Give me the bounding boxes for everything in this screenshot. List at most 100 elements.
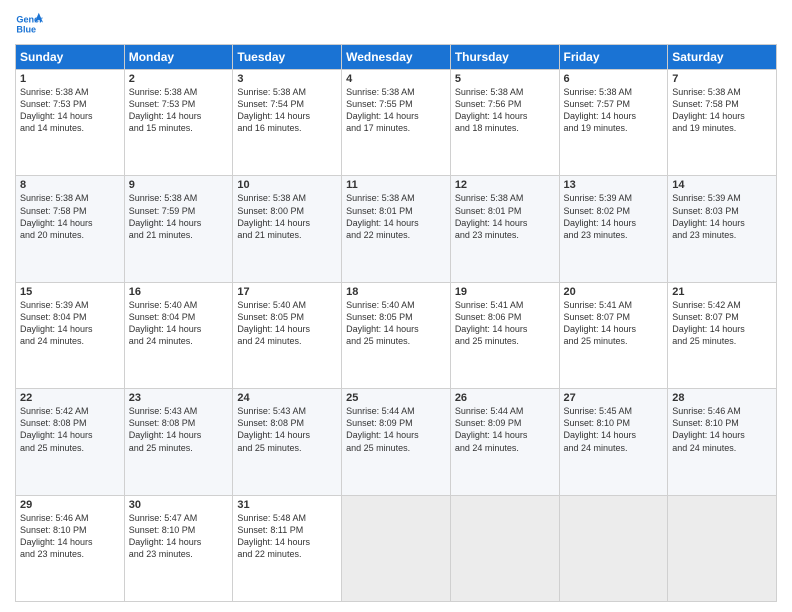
day-detail: Sunrise: 5:38 AMSunset: 7:58 PMDaylight:…	[672, 86, 772, 135]
day-detail: Sunrise: 5:43 AMSunset: 8:08 PMDaylight:…	[129, 405, 229, 454]
day-number: 24	[237, 392, 337, 404]
day-number: 23	[129, 392, 229, 404]
day-detail: Sunrise: 5:38 AMSunset: 8:00 PMDaylight:…	[237, 192, 337, 241]
day-number: 18	[346, 286, 446, 298]
day-number: 8	[20, 179, 120, 191]
calendar-header-day: Thursday	[450, 45, 559, 70]
calendar-cell: 21Sunrise: 5:42 AMSunset: 8:07 PMDayligh…	[668, 282, 777, 388]
day-number: 14	[672, 179, 772, 191]
day-number: 3	[237, 73, 337, 85]
day-number: 20	[564, 286, 664, 298]
day-detail: Sunrise: 5:38 AMSunset: 7:59 PMDaylight:…	[129, 192, 229, 241]
day-detail: Sunrise: 5:38 AMSunset: 7:54 PMDaylight:…	[237, 86, 337, 135]
day-detail: Sunrise: 5:47 AMSunset: 8:10 PMDaylight:…	[129, 512, 229, 561]
day-detail: Sunrise: 5:45 AMSunset: 8:10 PMDaylight:…	[564, 405, 664, 454]
calendar-cell: 15Sunrise: 5:39 AMSunset: 8:04 PMDayligh…	[16, 282, 125, 388]
calendar-cell: 31Sunrise: 5:48 AMSunset: 8:11 PMDayligh…	[233, 495, 342, 601]
day-detail: Sunrise: 5:42 AMSunset: 8:07 PMDaylight:…	[672, 299, 772, 348]
day-number: 27	[564, 392, 664, 404]
logo: General Blue	[15, 10, 43, 38]
calendar-cell: 16Sunrise: 5:40 AMSunset: 8:04 PMDayligh…	[124, 282, 233, 388]
calendar-cell: 29Sunrise: 5:46 AMSunset: 8:10 PMDayligh…	[16, 495, 125, 601]
calendar-cell: 11Sunrise: 5:38 AMSunset: 8:01 PMDayligh…	[342, 176, 451, 282]
calendar-cell	[668, 495, 777, 601]
calendar-cell: 12Sunrise: 5:38 AMSunset: 8:01 PMDayligh…	[450, 176, 559, 282]
calendar-cell: 25Sunrise: 5:44 AMSunset: 8:09 PMDayligh…	[342, 389, 451, 495]
day-detail: Sunrise: 5:38 AMSunset: 7:56 PMDaylight:…	[455, 86, 555, 135]
calendar-cell: 20Sunrise: 5:41 AMSunset: 8:07 PMDayligh…	[559, 282, 668, 388]
calendar-cell: 24Sunrise: 5:43 AMSunset: 8:08 PMDayligh…	[233, 389, 342, 495]
day-detail: Sunrise: 5:41 AMSunset: 8:06 PMDaylight:…	[455, 299, 555, 348]
day-detail: Sunrise: 5:42 AMSunset: 8:08 PMDaylight:…	[20, 405, 120, 454]
calendar-header-day: Friday	[559, 45, 668, 70]
day-detail: Sunrise: 5:39 AMSunset: 8:04 PMDaylight:…	[20, 299, 120, 348]
day-detail: Sunrise: 5:44 AMSunset: 8:09 PMDaylight:…	[346, 405, 446, 454]
day-detail: Sunrise: 5:40 AMSunset: 8:05 PMDaylight:…	[346, 299, 446, 348]
day-number: 28	[672, 392, 772, 404]
calendar-cell: 8Sunrise: 5:38 AMSunset: 7:58 PMDaylight…	[16, 176, 125, 282]
calendar-cell: 7Sunrise: 5:38 AMSunset: 7:58 PMDaylight…	[668, 70, 777, 176]
day-number: 9	[129, 179, 229, 191]
day-detail: Sunrise: 5:38 AMSunset: 7:53 PMDaylight:…	[129, 86, 229, 135]
calendar-cell: 22Sunrise: 5:42 AMSunset: 8:08 PMDayligh…	[16, 389, 125, 495]
day-number: 12	[455, 179, 555, 191]
calendar-cell: 1Sunrise: 5:38 AMSunset: 7:53 PMDaylight…	[16, 70, 125, 176]
day-detail: Sunrise: 5:41 AMSunset: 8:07 PMDaylight:…	[564, 299, 664, 348]
day-number: 4	[346, 73, 446, 85]
calendar-week-row: 15Sunrise: 5:39 AMSunset: 8:04 PMDayligh…	[16, 282, 777, 388]
day-detail: Sunrise: 5:38 AMSunset: 7:58 PMDaylight:…	[20, 192, 120, 241]
calendar-cell: 18Sunrise: 5:40 AMSunset: 8:05 PMDayligh…	[342, 282, 451, 388]
day-detail: Sunrise: 5:46 AMSunset: 8:10 PMDaylight:…	[20, 512, 120, 561]
calendar-header-day: Wednesday	[342, 45, 451, 70]
day-number: 16	[129, 286, 229, 298]
day-number: 22	[20, 392, 120, 404]
calendar-header-day: Monday	[124, 45, 233, 70]
day-detail: Sunrise: 5:46 AMSunset: 8:10 PMDaylight:…	[672, 405, 772, 454]
day-detail: Sunrise: 5:38 AMSunset: 7:55 PMDaylight:…	[346, 86, 446, 135]
calendar-header-row: SundayMondayTuesdayWednesdayThursdayFrid…	[16, 45, 777, 70]
svg-text:Blue: Blue	[16, 24, 36, 34]
day-number: 17	[237, 286, 337, 298]
day-number: 19	[455, 286, 555, 298]
calendar-week-row: 8Sunrise: 5:38 AMSunset: 7:58 PMDaylight…	[16, 176, 777, 282]
day-number: 1	[20, 73, 120, 85]
calendar-cell: 2Sunrise: 5:38 AMSunset: 7:53 PMDaylight…	[124, 70, 233, 176]
calendar-cell: 28Sunrise: 5:46 AMSunset: 8:10 PMDayligh…	[668, 389, 777, 495]
day-detail: Sunrise: 5:44 AMSunset: 8:09 PMDaylight:…	[455, 405, 555, 454]
day-detail: Sunrise: 5:39 AMSunset: 8:03 PMDaylight:…	[672, 192, 772, 241]
day-number: 6	[564, 73, 664, 85]
day-detail: Sunrise: 5:48 AMSunset: 8:11 PMDaylight:…	[237, 512, 337, 561]
calendar-cell: 6Sunrise: 5:38 AMSunset: 7:57 PMDaylight…	[559, 70, 668, 176]
calendar-cell	[450, 495, 559, 601]
day-detail: Sunrise: 5:38 AMSunset: 8:01 PMDaylight:…	[346, 192, 446, 241]
day-detail: Sunrise: 5:39 AMSunset: 8:02 PMDaylight:…	[564, 192, 664, 241]
calendar-cell: 17Sunrise: 5:40 AMSunset: 8:05 PMDayligh…	[233, 282, 342, 388]
day-number: 26	[455, 392, 555, 404]
day-detail: Sunrise: 5:43 AMSunset: 8:08 PMDaylight:…	[237, 405, 337, 454]
calendar-cell	[559, 495, 668, 601]
calendar-header-day: Sunday	[16, 45, 125, 70]
calendar-week-row: 29Sunrise: 5:46 AMSunset: 8:10 PMDayligh…	[16, 495, 777, 601]
day-number: 29	[20, 499, 120, 511]
day-number: 21	[672, 286, 772, 298]
day-number: 30	[129, 499, 229, 511]
calendar-cell: 27Sunrise: 5:45 AMSunset: 8:10 PMDayligh…	[559, 389, 668, 495]
day-detail: Sunrise: 5:40 AMSunset: 8:04 PMDaylight:…	[129, 299, 229, 348]
calendar-cell: 23Sunrise: 5:43 AMSunset: 8:08 PMDayligh…	[124, 389, 233, 495]
calendar-cell: 10Sunrise: 5:38 AMSunset: 8:00 PMDayligh…	[233, 176, 342, 282]
calendar-header-day: Saturday	[668, 45, 777, 70]
day-number: 25	[346, 392, 446, 404]
calendar-cell: 4Sunrise: 5:38 AMSunset: 7:55 PMDaylight…	[342, 70, 451, 176]
day-number: 2	[129, 73, 229, 85]
calendar-header-day: Tuesday	[233, 45, 342, 70]
calendar-cell: 14Sunrise: 5:39 AMSunset: 8:03 PMDayligh…	[668, 176, 777, 282]
day-detail: Sunrise: 5:40 AMSunset: 8:05 PMDaylight:…	[237, 299, 337, 348]
logo-icon: General Blue	[15, 10, 43, 38]
calendar: SundayMondayTuesdayWednesdayThursdayFrid…	[15, 44, 777, 602]
header: General Blue	[15, 10, 777, 38]
calendar-cell: 19Sunrise: 5:41 AMSunset: 8:06 PMDayligh…	[450, 282, 559, 388]
day-number: 5	[455, 73, 555, 85]
calendar-week-row: 1 Sunrise: 5:38 AMSunset: 7:53 PMDaylight…	[16, 70, 777, 176]
day-number: 13	[564, 179, 664, 191]
calendar-cell: 9Sunrise: 5:38 AMSunset: 7:59 PMDaylight…	[124, 176, 233, 282]
